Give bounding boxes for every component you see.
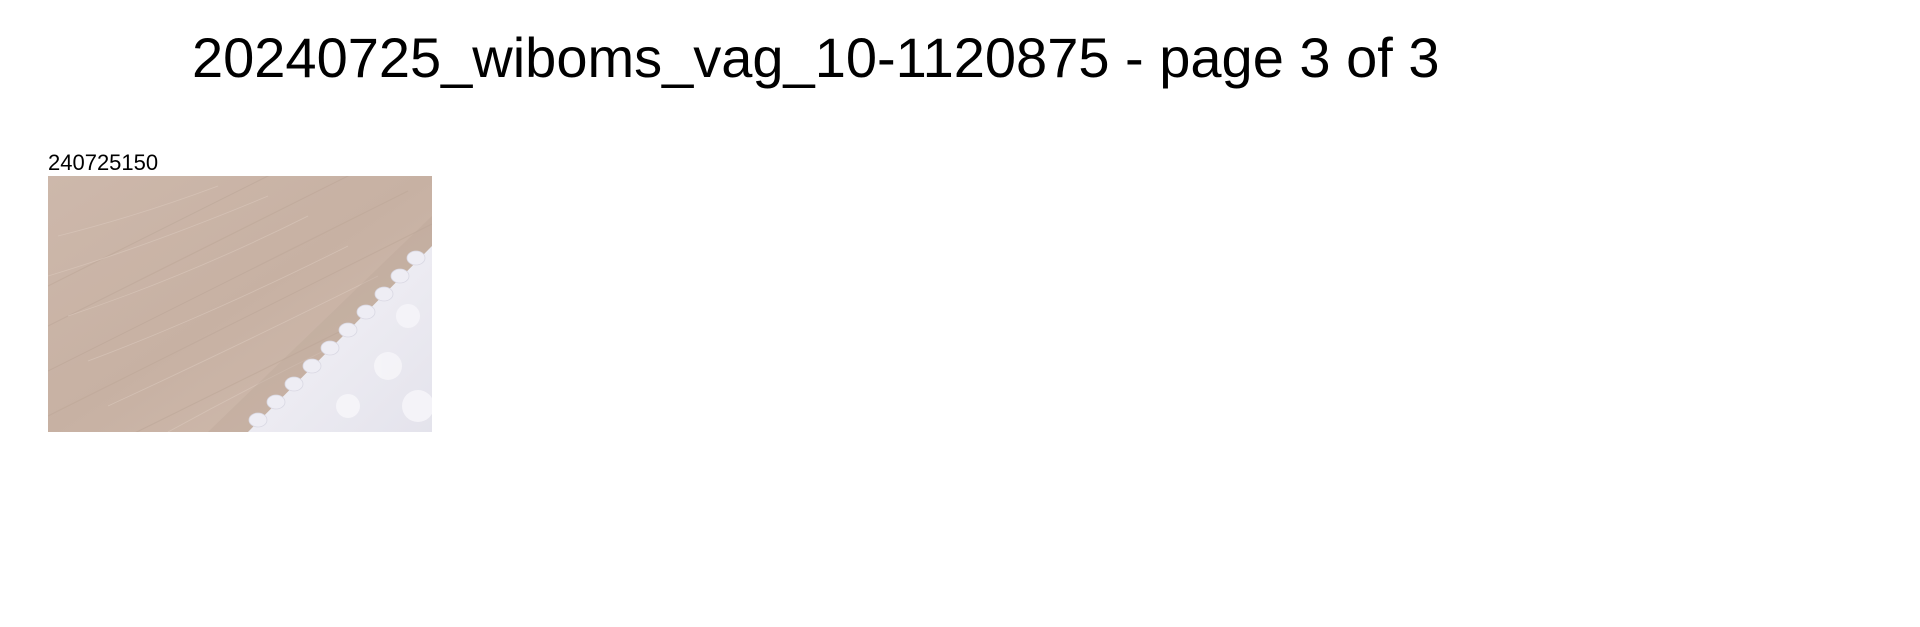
page-title: 20240725_wiboms_vag_10-1120875 - page 3 …	[192, 26, 1440, 89]
photo-thumbnail-card[interactable]: 240725150	[48, 150, 432, 432]
photo-label: 240725150	[48, 150, 159, 175]
wood-floor-rug-photo	[48, 176, 432, 432]
photo-thumbnail[interactable]	[48, 176, 432, 432]
